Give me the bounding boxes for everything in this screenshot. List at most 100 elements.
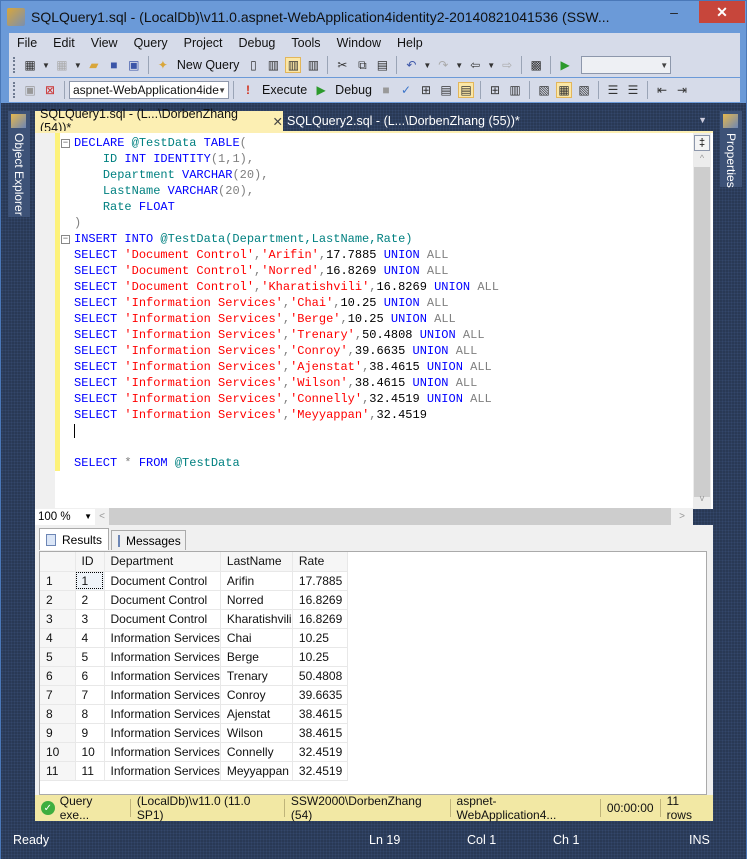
tab-list-dropdown-icon[interactable]: ▼ xyxy=(698,115,707,125)
table-row[interactable]: 2 2 Document Control Norred 16.8269 xyxy=(40,590,348,610)
cell-lastname[interactable]: Trenary xyxy=(220,666,293,686)
undo-icon[interactable]: ↶ xyxy=(403,57,419,73)
cell-rate[interactable]: 50.4808 xyxy=(292,666,348,686)
zoom-combo[interactable]: 100 % ▼ xyxy=(35,508,95,525)
close-button[interactable]: ✕ xyxy=(699,1,745,23)
cell-id[interactable]: 3 xyxy=(75,609,105,629)
row-number[interactable]: 9 xyxy=(40,723,76,743)
menu-file[interactable]: File xyxy=(9,36,45,50)
solution-config-combo[interactable]: ▼ xyxy=(581,56,672,74)
add-item-icon[interactable]: ▦ xyxy=(54,57,70,73)
table-row[interactable]: 10 10 Information Services Connelly 32.4519 xyxy=(40,742,348,762)
dropdown-arrow-icon[interactable]: ▼ xyxy=(423,61,431,70)
cell-department[interactable]: Information Services xyxy=(104,666,221,686)
column-header-id[interactable]: ID xyxy=(75,552,105,572)
row-number[interactable]: 2 xyxy=(40,590,76,610)
table-row[interactable]: 1 1 Document Control Arifin 17.7885 xyxy=(40,571,348,591)
cell-id[interactable]: 11 xyxy=(75,761,105,781)
available-databases-combo[interactable]: aspnet-WebApplication4ide ▼ xyxy=(69,81,229,99)
menu-window[interactable]: Window xyxy=(329,36,389,50)
scroll-thumb[interactable] xyxy=(694,167,710,497)
close-tab-icon[interactable]: ✕ xyxy=(273,114,283,129)
cell-lastname[interactable]: Chai xyxy=(220,628,293,648)
collapse-icon[interactable]: − xyxy=(61,235,70,244)
sql-code[interactable]: − DECLARE @TestData TABLE( ID INT IDENTIT… xyxy=(61,135,499,471)
scroll-left-icon[interactable]: < xyxy=(95,511,109,522)
database-engine-query-icon[interactable]: ▯ xyxy=(245,57,261,73)
execute-icon[interactable]: ! xyxy=(240,82,256,98)
mdx-query-icon[interactable]: ▥ xyxy=(265,57,281,73)
menu-edit[interactable]: Edit xyxy=(45,36,83,50)
results-to-grid-icon[interactable]: ▦ xyxy=(556,82,573,98)
cell-rate[interactable]: 17.7885 xyxy=(292,571,348,591)
table-row[interactable]: 3 3 Document Control Kharatishvili 16.8269 xyxy=(40,609,348,629)
client-statistics-icon[interactable]: ▥ xyxy=(507,82,523,98)
cell-department[interactable]: Information Services xyxy=(104,742,221,762)
cell-department[interactable]: Document Control xyxy=(104,590,221,610)
save-all-icon[interactable]: ▣ xyxy=(126,57,142,73)
xmla-query-icon[interactable]: ▥ xyxy=(305,57,321,73)
cell-id[interactable]: 1 xyxy=(75,571,105,591)
cell-lastname[interactable]: Conroy xyxy=(220,685,293,705)
query-editor[interactable]: − DECLARE @TestData TABLE( ID INT IDENTIT… xyxy=(35,131,713,509)
scroll-right-icon[interactable]: > xyxy=(671,511,693,522)
cut-icon[interactable]: ✂ xyxy=(334,57,350,73)
uncomment-icon[interactable]: ☰ xyxy=(625,82,641,98)
cell-rate[interactable]: 16.8269 xyxy=(292,590,348,610)
cell-rate[interactable]: 10.25 xyxy=(292,647,348,667)
dropdown-arrow-icon[interactable]: ▼ xyxy=(455,61,463,70)
horizontal-scroll-thumb[interactable] xyxy=(109,508,671,525)
table-row[interactable]: 6 6 Information Services Trenary 50.4808 xyxy=(40,666,348,686)
new-project-icon[interactable]: ▦ xyxy=(22,57,38,73)
scroll-up-icon[interactable]: ^ xyxy=(693,153,711,167)
cell-id[interactable]: 7 xyxy=(75,685,105,705)
cell-rate[interactable]: 16.8269 xyxy=(292,609,348,629)
vertical-scrollbar[interactable]: ‡ ^ v xyxy=(693,133,711,509)
cancel-query-icon[interactable]: ■ xyxy=(378,82,394,98)
cell-id[interactable]: 9 xyxy=(75,723,105,743)
cell-lastname[interactable]: Norred xyxy=(220,590,293,610)
save-icon[interactable]: ■ xyxy=(106,57,122,73)
row-number[interactable]: 8 xyxy=(40,704,76,724)
properties-tab[interactable]: Properties xyxy=(720,111,742,188)
cell-department[interactable]: Information Services xyxy=(104,628,221,648)
toolbar-grip[interactable] xyxy=(13,57,16,73)
menu-help[interactable]: Help xyxy=(389,36,431,50)
cell-id[interactable]: 6 xyxy=(75,666,105,686)
results-to-text-icon[interactable]: ▧ xyxy=(536,82,552,98)
row-number[interactable]: 11 xyxy=(40,761,76,781)
cell-id[interactable]: 8 xyxy=(75,704,105,724)
cell-id[interactable]: 10 xyxy=(75,742,105,762)
cell-rate[interactable]: 32.4519 xyxy=(292,742,348,762)
actual-plan-icon[interactable]: ⊞ xyxy=(487,82,503,98)
cell-lastname[interactable]: Connelly xyxy=(220,742,293,762)
table-row[interactable]: 9 9 Information Services Wilson 38.4615 xyxy=(40,723,348,743)
row-number[interactable]: 1 xyxy=(40,571,76,591)
activity-monitor-icon[interactable]: ▩ xyxy=(528,57,544,73)
increase-indent-icon[interactable]: ⇥ xyxy=(674,82,690,98)
new-query-icon[interactable]: ✦ xyxy=(155,57,171,73)
menu-debug[interactable]: Debug xyxy=(231,36,284,50)
redo-icon[interactable]: ↷ xyxy=(435,57,451,73)
cell-department[interactable]: Information Services xyxy=(104,761,221,781)
split-window-icon[interactable]: ‡ xyxy=(694,135,710,151)
execute-button[interactable]: Execute xyxy=(262,83,307,97)
tab-sqlquery1[interactable]: SQLQuery1.sql - (L...\DorbenZhang (54))*… xyxy=(35,107,283,135)
cell-department[interactable]: Information Services xyxy=(104,704,221,724)
new-query-button[interactable]: New Query xyxy=(177,58,240,72)
cell-rate[interactable]: 38.4615 xyxy=(292,704,348,724)
query-designer-icon[interactable]: ▤ xyxy=(438,82,454,98)
dropdown-arrow-icon[interactable]: ▼ xyxy=(42,61,50,70)
row-number[interactable]: 7 xyxy=(40,685,76,705)
connect-icon[interactable]: ▣ xyxy=(22,82,38,98)
parse-icon[interactable]: ✓ xyxy=(398,82,414,98)
navigate-forward-icon[interactable]: ⇨ xyxy=(499,57,515,73)
intellisense-icon[interactable]: ▤ xyxy=(458,82,475,98)
cell-department[interactable]: Document Control xyxy=(104,571,221,591)
menu-query[interactable]: Query xyxy=(126,36,176,50)
cell-rate[interactable]: 38.4615 xyxy=(292,723,348,743)
tab-messages[interactable]: Messages xyxy=(111,530,186,550)
start-icon[interactable]: ▶ xyxy=(557,57,573,73)
comment-icon[interactable]: ☰ xyxy=(605,82,621,98)
cell-rate[interactable]: 10.25 xyxy=(292,628,348,648)
